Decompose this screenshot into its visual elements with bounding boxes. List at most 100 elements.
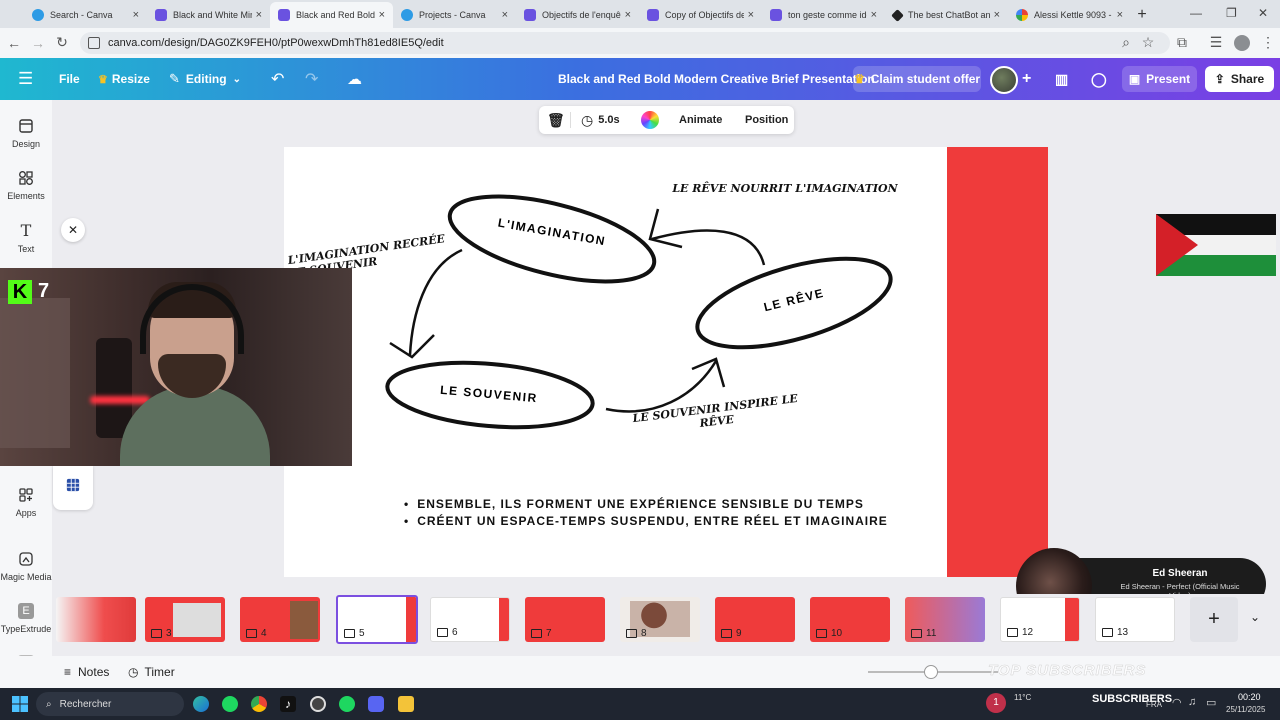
close-tab-icon[interactable]: × [994,9,1000,21]
duration-button[interactable]: ◷ 5.0s [581,112,620,129]
collapse-strip-icon[interactable]: ⌄ [1250,610,1260,624]
color-wheel-icon[interactable] [641,111,659,129]
slide-canvas[interactable]: L'IMAGINATION LE RÊVE LE SOUVENIR LE RÊV… [284,147,1048,577]
resize-button[interactable]: ♛ Resize [98,58,150,100]
page-thumbnail[interactable]: 7 [525,597,605,642]
share-button[interactable]: ⇪ Share [1205,66,1274,92]
user-avatar[interactable] [990,66,1018,94]
browser-tab[interactable]: Search - Canva × [24,2,147,28]
page-thumbnail[interactable]: 4 [240,597,320,642]
editing-mode-dropdown[interactable]: ✎ Editing ⌄ [169,58,241,100]
browser-tab[interactable]: Objectifs de l'enquêt × [516,2,639,28]
language-indicator[interactable]: FRA [1146,700,1162,709]
close-tab-icon[interactable]: × [625,9,631,21]
close-tab-icon[interactable]: × [502,9,508,21]
minimize-icon[interactable]: — [1190,6,1202,20]
close-tab-icon[interactable]: × [1117,9,1123,21]
undo-icon[interactable]: ↶ [271,58,284,100]
browser-tab[interactable]: ton geste comme ide × [762,2,885,28]
clock-date[interactable]: 25/11/2025 [1226,705,1265,714]
design-title[interactable]: Black and Red Bold Modern Creative Brief… [558,58,875,100]
volume-icon[interactable]: ♫ [1188,696,1196,708]
chrome-icon[interactable] [251,696,267,712]
sidebar-item-design[interactable]: Design [0,118,52,149]
page-thumbnail[interactable]: 8 [620,597,700,642]
page-thumbnail[interactable]: 10 [810,597,890,642]
add-collaborator-icon[interactable]: + [1022,58,1031,100]
cloud-saved-icon[interactable]: ☁ [347,58,362,100]
back-icon[interactable]: ← [2,35,26,51]
close-tab-icon[interactable]: × [133,9,139,21]
close-tab-icon[interactable]: × [871,9,877,21]
zoom-slider[interactable] [868,665,998,679]
spotify-icon[interactable] [339,696,355,712]
forward-icon[interactable]: → [26,35,50,51]
animate-button[interactable]: Animate [679,114,722,126]
file-menu-button[interactable]: File [59,58,80,100]
extensions-icon[interactable]: ⧉ [1170,34,1194,51]
zoom-icon[interactable]: ⌕ [1114,34,1138,51]
browser-tab[interactable]: Black and White Mini × [147,2,270,28]
timer-button[interactable]: ◷ Timer [128,665,175,679]
comments-icon[interactable]: ◯ [1091,58,1107,100]
caption-top[interactable]: LE RÊVE NOURRIT L'IMAGINATION [670,182,900,195]
table-tool-button[interactable] [53,466,93,510]
page-thumbnail[interactable]: 13 [1095,597,1175,642]
page-thumbnail-current[interactable]: 5 [336,595,418,644]
discord-icon[interactable] [368,696,384,712]
windows-start-icon[interactable] [12,696,28,712]
page-thumbnail[interactable]: 9 [715,597,795,642]
obs-icon[interactable] [310,696,326,712]
page-thumbnail[interactable]: 12 [1000,597,1080,642]
sidebar-item-typeextrude[interactable]: E TypeExtrude [0,603,52,634]
close-tab-icon[interactable]: × [379,9,385,21]
url-field[interactable]: canva.com/design/DAG0ZK9FEH0/ptP0wexwDmh… [80,32,1170,54]
add-page-button[interactable]: + [1190,597,1238,642]
close-window-icon[interactable]: ✕ [1258,6,1268,20]
close-tab-icon[interactable]: × [748,9,754,21]
page-thumbnail[interactable] [56,597,136,642]
browser-tab[interactable]: Alessi Kettle 9093 - G × [1008,2,1131,28]
bookmark-star-icon[interactable]: ☆ [1136,34,1160,51]
bullet-list[interactable]: ENSEMBLE, ILS FORMENT UNE EXPÉRIENCE SEN… [404,496,888,530]
notes-button[interactable]: ≡ Notes [64,665,109,679]
site-info-icon[interactable] [88,37,100,49]
wifi-icon[interactable]: ◠ [1172,696,1182,709]
sidebar-item-text[interactable]: T Text [0,223,52,255]
reload-icon[interactable]: ↻ [50,34,74,51]
present-button[interactable]: ▣ Present [1122,66,1197,92]
browser-tab[interactable]: Copy of Objectifs de × [639,2,762,28]
tiktok-icon[interactable]: ♪ [280,696,296,712]
position-button[interactable]: Position [745,114,788,126]
redo-icon[interactable]: ↷ [305,58,318,100]
clock-time[interactable]: 00:20 [1238,692,1261,702]
sidebar-item-apps[interactable]: Apps [0,487,52,518]
file-explorer-icon[interactable] [398,696,414,712]
page-thumbnail[interactable]: 6 [430,597,510,642]
taskbar-search[interactable]: ⌕ Rechercher [36,692,184,716]
weather-temp[interactable]: 11°C [1014,693,1031,702]
profile-avatar[interactable] [1234,35,1250,51]
sidebar-item-elements[interactable]: Elements [0,170,52,201]
zoom-slider-handle[interactable] [924,665,938,679]
browser-tab[interactable]: Projects - Canva × [393,2,516,28]
maximize-icon[interactable]: ❐ [1226,6,1237,20]
browser-tab[interactable]: The best ChatBot and × [885,2,1008,28]
spotify-icon[interactable] [222,696,238,712]
browser-menu-icon[interactable]: ⋮ [1256,34,1280,51]
edge-icon[interactable] [193,696,209,712]
page-thumbnail[interactable]: 3 [145,597,225,642]
claim-student-offer-button[interactable]: ♛ Claim student offer [853,66,981,92]
delete-icon[interactable]: 🗑 [547,112,565,129]
browser-tab-active[interactable]: Black and Red Bold M × [270,2,393,28]
close-tab-icon[interactable]: × [256,9,262,21]
page-thumbnail[interactable]: 11 [905,597,985,642]
sidebar-item-magic-media[interactable]: Magic Media [0,551,52,582]
notification-badge[interactable]: 1 [986,693,1006,713]
new-tab-button[interactable]: + [1131,6,1153,28]
menu-icon[interactable]: ☰ [18,58,33,100]
insights-icon[interactable]: ▥ [1055,58,1068,100]
reading-list-icon[interactable]: ☰ [1204,34,1228,51]
close-panel-button[interactable]: ✕ [61,218,85,242]
battery-icon[interactable]: ▭ [1206,696,1216,709]
